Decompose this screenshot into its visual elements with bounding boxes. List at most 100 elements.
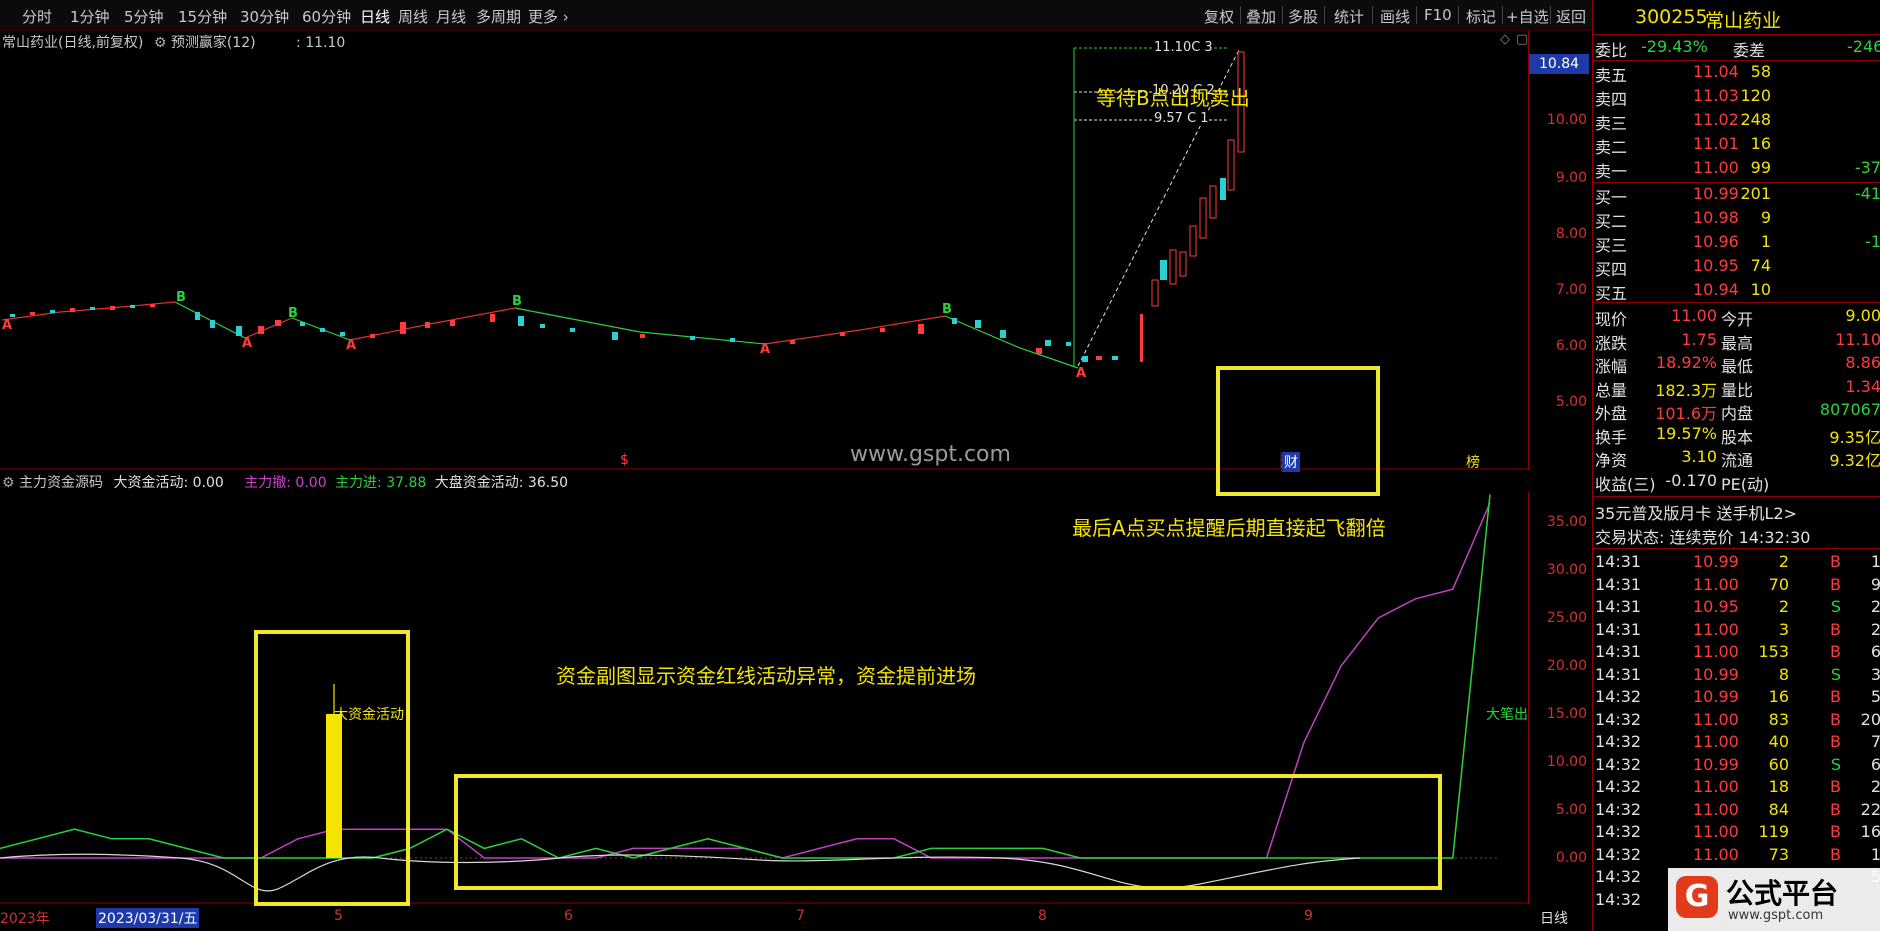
button-draw[interactable]: 画线 bbox=[1380, 6, 1410, 27]
tick-time: 14:32 bbox=[1595, 799, 1642, 819]
buy-level-label: 买二 bbox=[1595, 212, 1628, 231]
highlight-box-spike bbox=[254, 630, 410, 906]
tick-side: B bbox=[1830, 799, 1841, 819]
order-book-sell-row[interactable]: 卖四 11.03 120 bbox=[1593, 86, 1880, 109]
stat-row[interactable]: 涨跌 1.75 最高 11.10 bbox=[1593, 330, 1880, 353]
tag-cai[interactable]: 财 bbox=[1282, 452, 1300, 472]
stat-row[interactable]: 现价 11.00 今开 9.00 bbox=[1593, 306, 1880, 329]
tab-monthly[interactable]: 月线 bbox=[436, 6, 466, 27]
tick-row[interactable]: 14:32 11.00 73 B 1 bbox=[1593, 845, 1880, 868]
stat-row[interactable]: 外盘 101.6万 内盘 807067 bbox=[1593, 400, 1880, 423]
tick-row[interactable]: 14:31 10.99 2 B 1 bbox=[1593, 552, 1880, 575]
order-book-sell-row[interactable]: 卖一 11.00 99 -37 bbox=[1593, 158, 1880, 181]
button-stats[interactable]: 统计 bbox=[1334, 6, 1364, 27]
stat-value: 807067 bbox=[1819, 400, 1880, 419]
order-book-buy-row[interactable]: 买一 10.99 201 -41 bbox=[1593, 184, 1880, 207]
button-back[interactable]: 返回 bbox=[1556, 6, 1586, 27]
tick-row[interactable]: 14:31 10.99 8 S 3 bbox=[1593, 665, 1880, 688]
order-book-sell-row[interactable]: 卖五 11.04 58 bbox=[1593, 62, 1880, 85]
stat-row[interactable]: 净资 3.10 流通 9.32亿 bbox=[1593, 447, 1880, 470]
stat-value: -0.170 bbox=[1665, 470, 1717, 490]
tab-5min[interactable]: 5分钟 bbox=[124, 6, 164, 27]
gear-icon[interactable]: ⚙ bbox=[2, 475, 15, 491]
buy-change: -41 bbox=[1854, 184, 1880, 203]
quote-panel: 300255 常山药业 委比 -29.43% 委差 -246 卖五 11.04 58… bbox=[1592, 0, 1880, 931]
tick-count: 7 bbox=[1870, 732, 1880, 751]
tick-row[interactable]: 14:31 11.00 70 B 9 bbox=[1593, 575, 1880, 598]
sell-level-label: 卖一 bbox=[1595, 162, 1628, 181]
buy-level-label: 买一 bbox=[1595, 188, 1628, 207]
tick-row[interactable]: 14:31 11.00 3 B 2 bbox=[1593, 620, 1880, 643]
tab-15min[interactable]: 15分钟 bbox=[178, 6, 227, 27]
button-f10[interactable]: F10 bbox=[1424, 6, 1452, 24]
ratio-label: 委比 bbox=[1595, 41, 1628, 60]
button-overlay[interactable]: 叠加 bbox=[1246, 6, 1276, 27]
tick-row[interactable]: 14:32 10.99 16 B 5 bbox=[1593, 687, 1880, 710]
tick-row[interactable]: 14:31 11.00 153 B 6 bbox=[1593, 642, 1880, 665]
order-book-buy-row[interactable]: 买三 10.96 1 -1 bbox=[1593, 232, 1880, 255]
button-fuquan[interactable]: 复权 bbox=[1204, 6, 1234, 27]
tick-volume: 70 bbox=[1768, 574, 1789, 594]
button-mark[interactable]: 标记 bbox=[1466, 6, 1496, 27]
button-add-watchlist[interactable]: +自选 bbox=[1506, 6, 1549, 27]
button-multi-stock[interactable]: 多股 bbox=[1288, 6, 1318, 27]
tick-time: 14:31 bbox=[1595, 574, 1642, 594]
stat-row[interactable]: 换手 19.57% 股本 9.35亿 bbox=[1593, 424, 1880, 447]
indicator-name[interactable]: 主力资金源码 bbox=[19, 475, 103, 491]
tab-weekly[interactable]: 周线 bbox=[398, 6, 428, 27]
signal-b: B bbox=[176, 290, 186, 305]
tick-price: 10.99 bbox=[1693, 552, 1739, 571]
tab-fenshi[interactable]: 分时 bbox=[22, 6, 52, 27]
toolbar: 分时 1分钟 5分钟 15分钟 30分钟 60分钟 日线 周线 月线 多周期 更… bbox=[0, 0, 1592, 31]
stat-label: 今开 bbox=[1721, 310, 1754, 329]
order-book-sell-row[interactable]: 卖三 11.02 248 bbox=[1593, 110, 1880, 133]
buy-level-label: 买四 bbox=[1595, 260, 1628, 279]
signal-b: B bbox=[942, 302, 952, 317]
stat-row[interactable]: 总量 182.3万 量比 1.34 bbox=[1593, 377, 1880, 400]
stat-row[interactable]: 涨幅 18.92% 最低 8.86 bbox=[1593, 353, 1880, 376]
order-book-buy-row[interactable]: 买四 10.95 74 bbox=[1593, 256, 1880, 279]
tick-row[interactable]: 14:32 11.00 83 B 20 bbox=[1593, 710, 1880, 733]
level-c3: 11.10C 3 bbox=[1154, 40, 1213, 55]
tick-row[interactable]: 14:32 11.00 18 B 2 bbox=[1593, 777, 1880, 800]
tick-count: 3 bbox=[1870, 664, 1880, 684]
date-label: 5 bbox=[334, 908, 343, 924]
tab-more[interactable]: 更多 › bbox=[528, 6, 569, 27]
price-tick: 9.00 bbox=[1555, 170, 1587, 186]
tag-dollar[interactable]: $ bbox=[620, 452, 629, 468]
watermark: www.gspt.com bbox=[850, 442, 1011, 467]
tick-row[interactable]: 14:31 10.95 2 S 2 bbox=[1593, 597, 1880, 620]
promo-link[interactable]: 35元普及版月卡 送手机L2> bbox=[1595, 500, 1797, 524]
tick-row[interactable]: 14:32 11.00 40 B 7 bbox=[1593, 732, 1880, 755]
price-tick: 7.00 bbox=[1555, 282, 1587, 298]
tab-multi-period[interactable]: 多周期 bbox=[476, 6, 521, 27]
tab-60min[interactable]: 60分钟 bbox=[302, 6, 351, 27]
tick-price: 11.00 bbox=[1693, 574, 1739, 594]
buy-volume: 9 bbox=[1760, 208, 1771, 227]
sub-tick: 5.00 bbox=[1555, 802, 1587, 818]
order-book-sell-row[interactable]: 卖二 11.01 16 bbox=[1593, 134, 1880, 157]
tab-1min[interactable]: 1分钟 bbox=[70, 6, 110, 27]
tick-side: B bbox=[1830, 574, 1841, 594]
tick-row[interactable]: 14:32 10.99 60 S 6 bbox=[1593, 755, 1880, 778]
sell-volume: 120 bbox=[1740, 86, 1771, 105]
tick-side: S bbox=[1830, 664, 1841, 684]
annotation-wait-b: 等待B点出现卖出 bbox=[1096, 86, 1250, 110]
order-book-buy-row[interactable]: 买二 10.98 9 bbox=[1593, 208, 1880, 231]
diff-label: 委差 bbox=[1733, 41, 1766, 60]
tick-row[interactable]: 14:32 11.00 119 B 16 bbox=[1593, 822, 1880, 845]
tick-time: 14:31 bbox=[1595, 597, 1642, 616]
stat-value: 9.35亿 bbox=[1829, 427, 1880, 447]
stat-row[interactable]: 收益(三) -0.170 PE(动) bbox=[1593, 471, 1880, 494]
order-book-buy-row[interactable]: 买五 10.94 10 bbox=[1593, 280, 1880, 303]
price-tick: 5.00 bbox=[1555, 394, 1587, 410]
promo-row[interactable]: 35元普及版月卡 送手机L2> bbox=[1593, 500, 1880, 523]
stat-label: 总量 bbox=[1595, 380, 1628, 400]
tag-bang[interactable]: 榜 bbox=[1466, 452, 1480, 472]
tab-daily[interactable]: 日线 bbox=[360, 6, 390, 27]
tick-count: 16 bbox=[1860, 822, 1880, 841]
buy-price: 10.96 bbox=[1693, 232, 1739, 251]
tick-row[interactable]: 14:32 11.00 84 B 22 bbox=[1593, 800, 1880, 823]
tick-price: 11.00 bbox=[1693, 799, 1739, 819]
tab-30min[interactable]: 30分钟 bbox=[240, 6, 289, 27]
